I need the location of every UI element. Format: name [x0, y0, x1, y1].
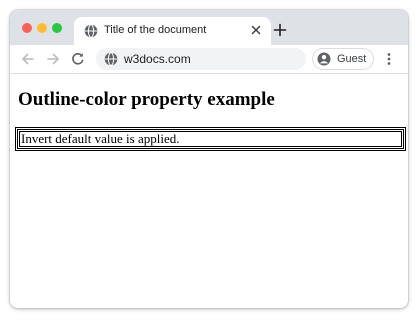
globe-icon	[84, 24, 98, 38]
arrow-left-icon[interactable]	[20, 51, 36, 67]
arrow-right-icon[interactable]	[45, 51, 61, 67]
person-icon	[317, 52, 331, 66]
profile-label: Guest	[337, 53, 367, 65]
page-viewport: Outline-color property example Invert de…	[10, 74, 408, 308]
more-vertical-icon[interactable]	[381, 51, 397, 67]
reload-icon[interactable]	[70, 51, 86, 67]
address-bar[interactable]: w3docs.com	[96, 48, 306, 70]
close-icon[interactable]	[249, 23, 263, 37]
page-heading: Outline-color property example	[18, 89, 275, 110]
globe-icon[interactable]	[104, 52, 118, 66]
tab-active[interactable]: Title of the document	[74, 17, 271, 45]
window-close-button[interactable]	[22, 23, 32, 33]
window-minimize-button[interactable]	[37, 23, 47, 33]
browser-window: Title of the document w3docs.com Guest O…	[10, 10, 408, 308]
browser-toolbar: w3docs.com Guest	[10, 45, 408, 74]
tab-title: Title of the document	[104, 24, 207, 36]
outlined-text-box: Invert default value is applied.	[15, 127, 406, 151]
address-url[interactable]: w3docs.com	[124, 52, 191, 66]
plus-icon[interactable]	[273, 23, 287, 37]
profile-button[interactable]: Guest	[312, 48, 374, 70]
tab-strip: Title of the document	[10, 10, 408, 45]
window-maximize-button[interactable]	[52, 23, 62, 33]
